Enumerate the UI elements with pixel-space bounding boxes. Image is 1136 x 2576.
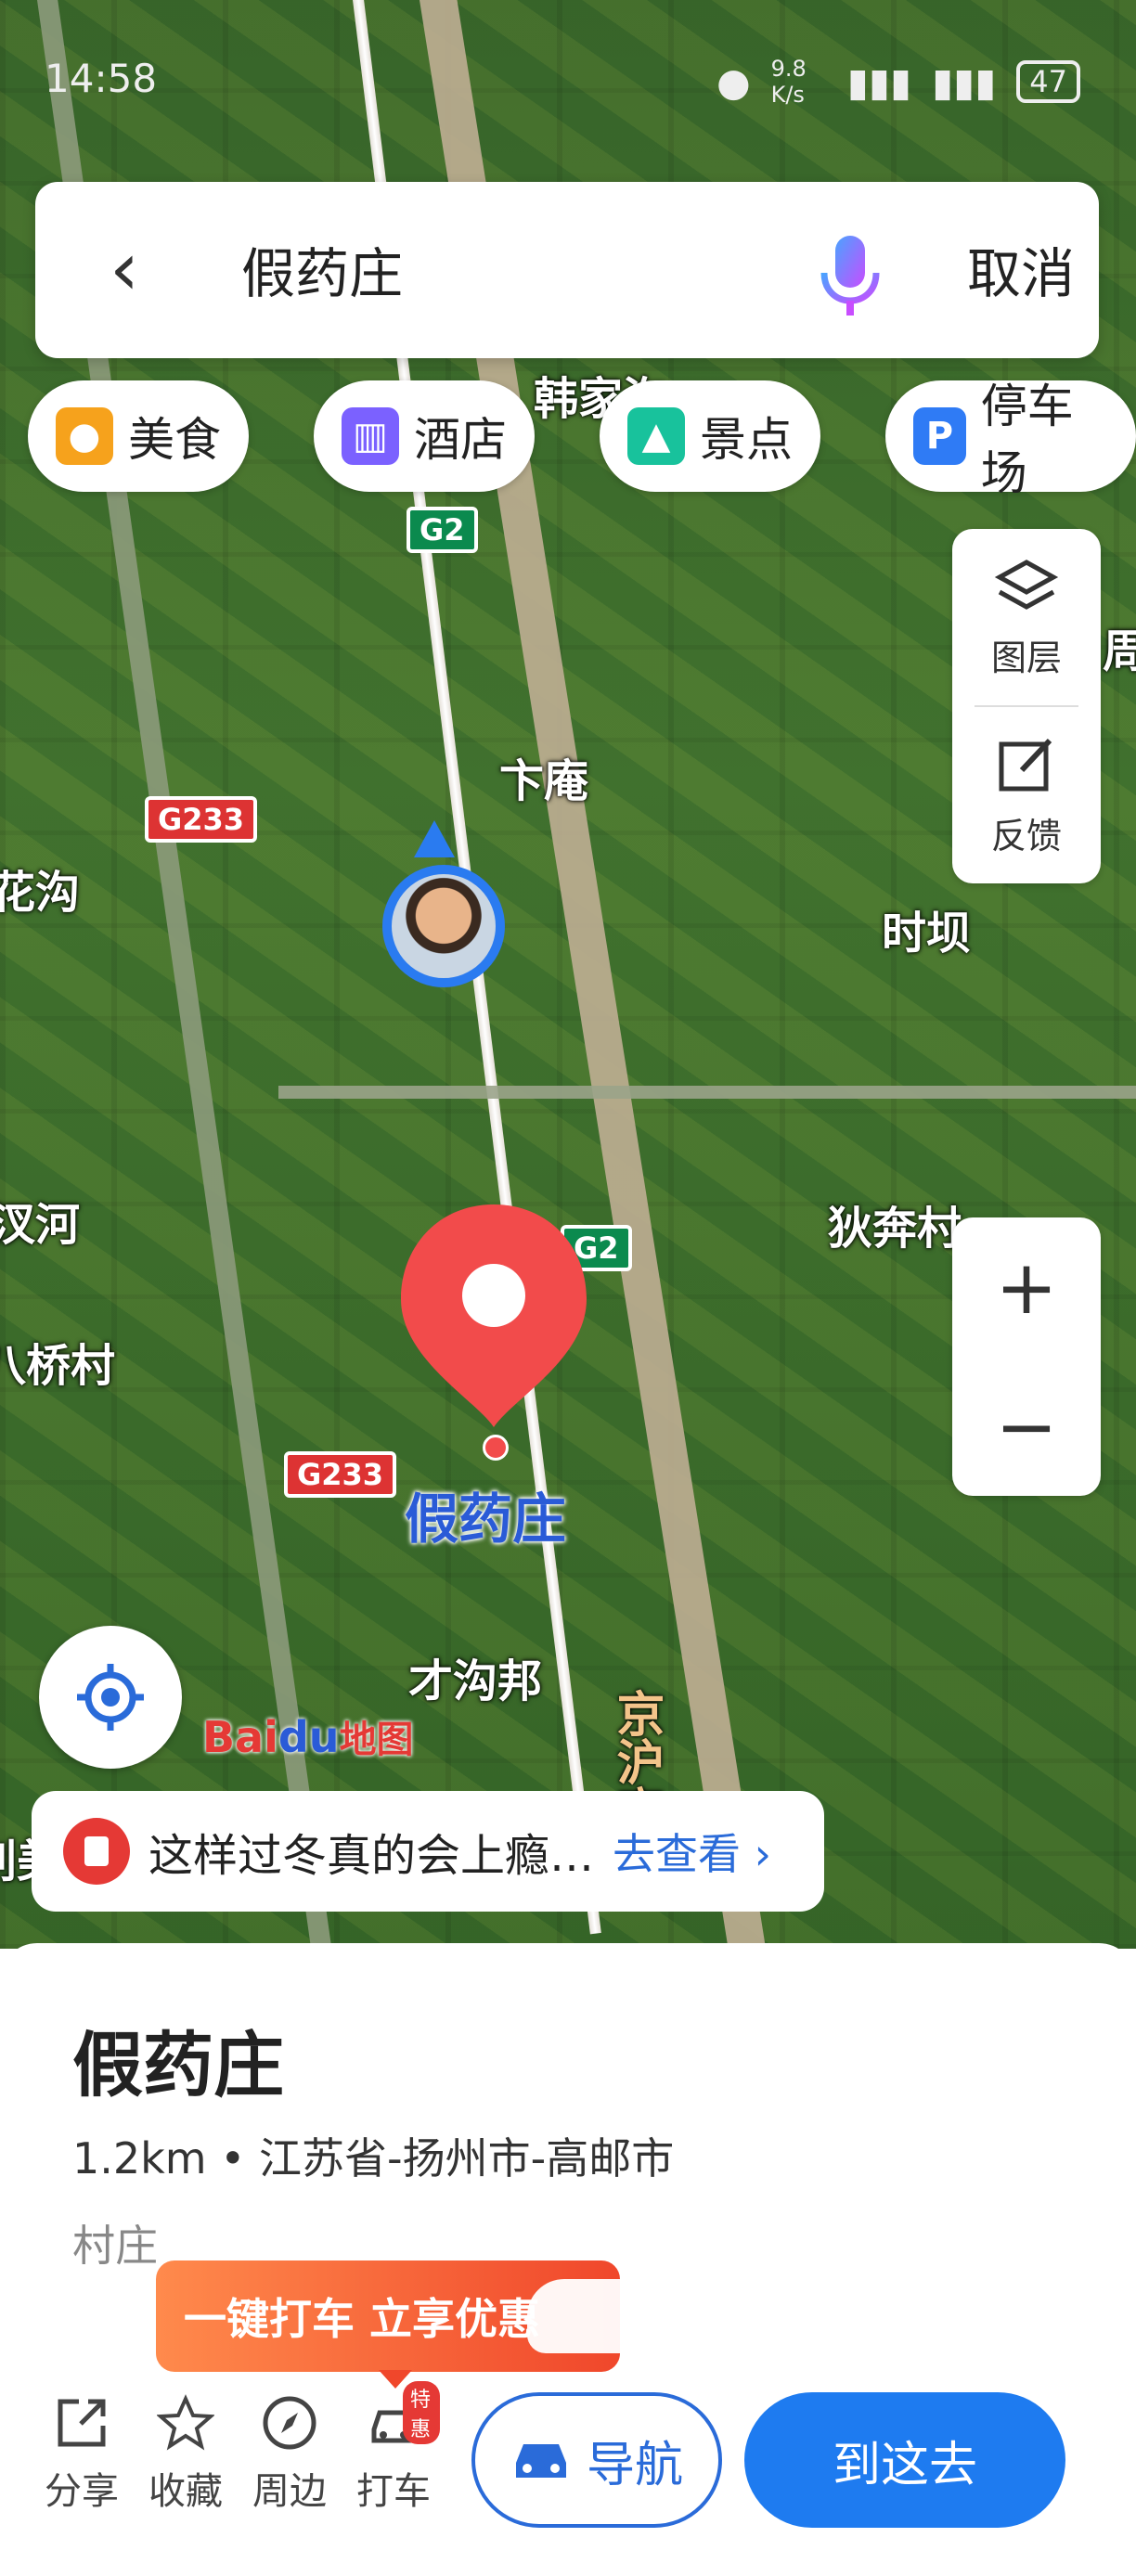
- taxi-label: 打车: [356, 2470, 431, 2513]
- category-chip-scenic[interactable]: ▲ 景点: [600, 380, 820, 492]
- compass-icon: [263, 2396, 316, 2450]
- favorite-label: 收藏: [148, 2470, 223, 2513]
- place-type: 村庄: [72, 2221, 158, 2271]
- map-label: 花沟: [0, 867, 81, 919]
- scenic-icon: ▲: [627, 407, 685, 465]
- network-speed: 9.8 K/s: [770, 56, 807, 108]
- edit-icon: [999, 738, 1052, 791]
- back-icon[interactable]: ‹: [110, 223, 139, 316]
- g233-shield: G233: [284, 1451, 397, 1498]
- map-label: 周凡: [1103, 625, 1136, 677]
- mic-status-icon: ●: [716, 58, 751, 105]
- destination-map-label: 假药庄: [405, 1488, 567, 1551]
- news-banner[interactable]: 这样过冬真的会上瘾… 去查看 ›: [32, 1791, 824, 1912]
- star-icon: [157, 2394, 214, 2451]
- food-icon: ●: [56, 407, 113, 465]
- layers-button[interactable]: 图层: [952, 529, 1101, 705]
- signal-icon: ▮▮▮: [931, 58, 997, 105]
- map-label: 时坝: [882, 908, 972, 960]
- battery-indicator: 47: [1016, 60, 1080, 103]
- category-chip-hotel[interactable]: ▥ 酒店: [314, 380, 535, 492]
- chip-label: 酒店: [414, 413, 507, 467]
- news-icon: [63, 1818, 130, 1885]
- signal-icon: ▮▮▮: [846, 58, 911, 105]
- map-tool-panel: 图层 反馈: [952, 529, 1101, 883]
- voice-input-icon[interactable]: [813, 230, 887, 323]
- taxi-badge: 特惠: [403, 2381, 440, 2444]
- destination-pin-icon[interactable]: [392, 1195, 596, 1436]
- heading-arrow-icon: [414, 820, 455, 857]
- place-subtitle: 1.2km • 江苏省-扬州市-高邮市: [72, 2133, 675, 2183]
- layers-label: 图层: [990, 637, 1062, 678]
- zoom-in-button[interactable]: +: [952, 1217, 1101, 1357]
- go-here-button[interactable]: 到这去: [744, 2392, 1065, 2528]
- place-title: 假药庄: [72, 2024, 284, 2106]
- hotel-icon: ▥: [342, 407, 399, 465]
- feedback-button[interactable]: 反馈: [952, 707, 1101, 883]
- chip-label: 景点: [700, 413, 793, 467]
- pin-dot: [483, 1435, 509, 1461]
- map-label: 八桥村: [0, 1340, 116, 1392]
- parking-icon: P: [913, 407, 966, 465]
- search-input[interactable]: 假药庄: [241, 230, 403, 308]
- user-location-marker[interactable]: [382, 865, 505, 987]
- navigate-label: 导航: [586, 2437, 683, 2493]
- locate-icon: [77, 1664, 144, 1731]
- search-bar: ‹ 假药庄 取消: [35, 182, 1099, 358]
- category-chip-food[interactable]: ● 美食: [28, 380, 249, 492]
- favorite-action[interactable]: 收藏: [139, 2394, 232, 2515]
- nearby-action[interactable]: 周边: [243, 2394, 336, 2515]
- g2-shield: G2: [407, 507, 478, 553]
- news-text: 这样过冬真的会上瘾…: [148, 1830, 595, 1882]
- share-label: 分享: [45, 2470, 119, 2513]
- status-bar: 14:58 ● 9.8 K/s ▮▮▮ ▮▮▮ 47: [0, 56, 1136, 111]
- feedback-label: 反馈: [990, 815, 1062, 857]
- map-label: 卞庵: [499, 755, 589, 807]
- share-action[interactable]: 分享: [35, 2394, 128, 2515]
- taxi-action[interactable]: 特惠 打车: [347, 2381, 440, 2515]
- east-west-road: [278, 1086, 1136, 1099]
- share-icon: [58, 2399, 106, 2447]
- taxi-promo-banner[interactable]: 一键打车 立享优惠: [156, 2260, 666, 2389]
- map-label: 汊河: [0, 1199, 81, 1251]
- status-time: 14:58: [45, 56, 158, 101]
- navigate-button[interactable]: 导航: [471, 2392, 722, 2528]
- nearby-label: 周边: [252, 2470, 327, 2513]
- news-link[interactable]: 去查看 ›: [613, 1821, 771, 1882]
- chip-label: 美食: [128, 413, 221, 467]
- zoom-out-button[interactable]: −: [952, 1357, 1101, 1496]
- zoom-panel: + −: [952, 1217, 1101, 1496]
- map-label: 狄奔村: [828, 1203, 962, 1255]
- category-chip-parking[interactable]: P 停车场: [885, 380, 1136, 500]
- map-label: 才沟邦: [408, 1655, 543, 1707]
- car-icon: [527, 2279, 666, 2353]
- locate-button[interactable]: [39, 1626, 182, 1769]
- baidu-map-logo: Baidu地图: [202, 1712, 414, 1762]
- cancel-button[interactable]: 取消: [967, 230, 1075, 308]
- promo-text: 一键打车 立享优惠: [184, 2294, 541, 2344]
- g233-shield: G233: [145, 796, 258, 843]
- layers-icon: [994, 559, 1059, 610]
- car-icon: [515, 2444, 566, 2478]
- chip-label: 停车场: [980, 380, 1074, 500]
